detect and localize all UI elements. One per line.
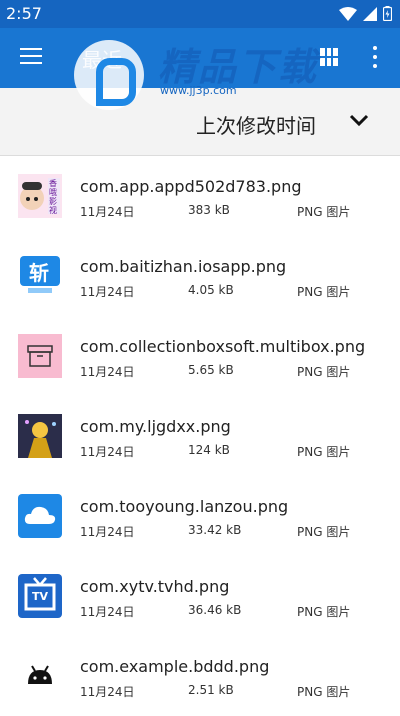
file-type: PNG 图片 [297, 285, 351, 299]
file-row[interactable]: 香哦影视 com.app.appd502d783.png 11月24日 383 … [0, 156, 400, 236]
file-type: PNG 图片 [297, 605, 351, 619]
file-row[interactable]: com.example.bddd.png 11月24日 2.51 kB PNG … [0, 636, 400, 716]
file-thumbnail [18, 414, 62, 458]
thumbnail-text: TV [32, 590, 49, 603]
file-type: PNG 图片 [297, 445, 351, 459]
file-size: 2.51 kB [188, 683, 234, 697]
file-date: 11月24日 [80, 685, 135, 699]
file-thumbnail [18, 494, 62, 538]
file-type: PNG 图片 [297, 205, 351, 219]
file-name: com.baitizhan.iosapp.png [80, 257, 287, 276]
file-type: PNG 图片 [297, 525, 351, 539]
watermark-text: 精品下载 [158, 45, 319, 89]
file-thumbnail: TV [18, 574, 62, 618]
wifi-icon [339, 6, 357, 21]
file-row[interactable]: 斩 com.baitizhan.iosapp.png 11月24日 4.05 k… [0, 236, 400, 316]
file-name: com.app.appd502d783.png [80, 177, 302, 196]
status-time: 2:57 [6, 4, 42, 23]
status-icons [339, 6, 392, 21]
watermark-logo-icon [74, 40, 144, 110]
file-date: 11月24日 [80, 365, 135, 379]
file-row[interactable]: TV com.xytv.tvhd.png 11月24日 36.46 kB PNG… [0, 556, 400, 636]
file-thumbnail: 香哦影视 [18, 174, 62, 218]
file-size: 36.46 kB [188, 603, 242, 617]
file-size: 4.05 kB [188, 283, 234, 297]
menu-icon[interactable] [20, 48, 42, 66]
watermark: 精品下载 www.jj3p.com [70, 34, 330, 114]
file-thumbnail: 斩 [18, 254, 62, 298]
file-type: PNG 图片 [297, 685, 351, 699]
file-name: com.collectionboxsoft.multibox.png [80, 337, 366, 356]
file-name: com.example.bddd.png [80, 657, 270, 676]
file-row[interactable]: com.tooyoung.lanzou.png 11月24日 33.42 kB … [0, 476, 400, 556]
file-date: 11月24日 [80, 205, 135, 219]
file-size: 33.42 kB [188, 523, 242, 537]
chevron-down-icon[interactable] [348, 112, 370, 128]
file-thumbnail [18, 334, 62, 378]
battery-icon [383, 6, 392, 21]
more-options-icon[interactable] [372, 46, 378, 68]
file-date: 11月24日 [80, 605, 135, 619]
file-date: 11月24日 [80, 525, 135, 539]
file-size: 124 kB [188, 443, 230, 457]
file-name: com.xytv.tvhd.png [80, 577, 230, 596]
file-size: 5.65 kB [188, 363, 234, 377]
watermark-url: www.jj3p.com [160, 84, 237, 97]
file-type: PNG 图片 [297, 365, 351, 379]
thumbnail-text: 香哦影视 [49, 179, 57, 215]
thumbnail-text: 斩 [29, 261, 49, 285]
file-name: com.tooyoung.lanzou.png [80, 497, 289, 516]
file-date: 11月24日 [80, 285, 135, 299]
file-date: 11月24日 [80, 445, 135, 459]
file-thumbnail [18, 654, 62, 698]
file-row[interactable]: com.collectionboxsoft.multibox.png 11月24… [0, 316, 400, 396]
file-list: 香哦影视 com.app.appd502d783.png 11月24日 383 … [0, 156, 400, 716]
file-name: com.my.ljgdxx.png [80, 417, 231, 436]
status-bar: 2:57 [0, 0, 400, 28]
file-size: 383 kB [188, 203, 230, 217]
file-row[interactable]: com.my.ljgdxx.png 11月24日 124 kB PNG 图片 [0, 396, 400, 476]
sort-label: 上次修改时间 [196, 114, 316, 138]
signal-icon [363, 6, 377, 21]
